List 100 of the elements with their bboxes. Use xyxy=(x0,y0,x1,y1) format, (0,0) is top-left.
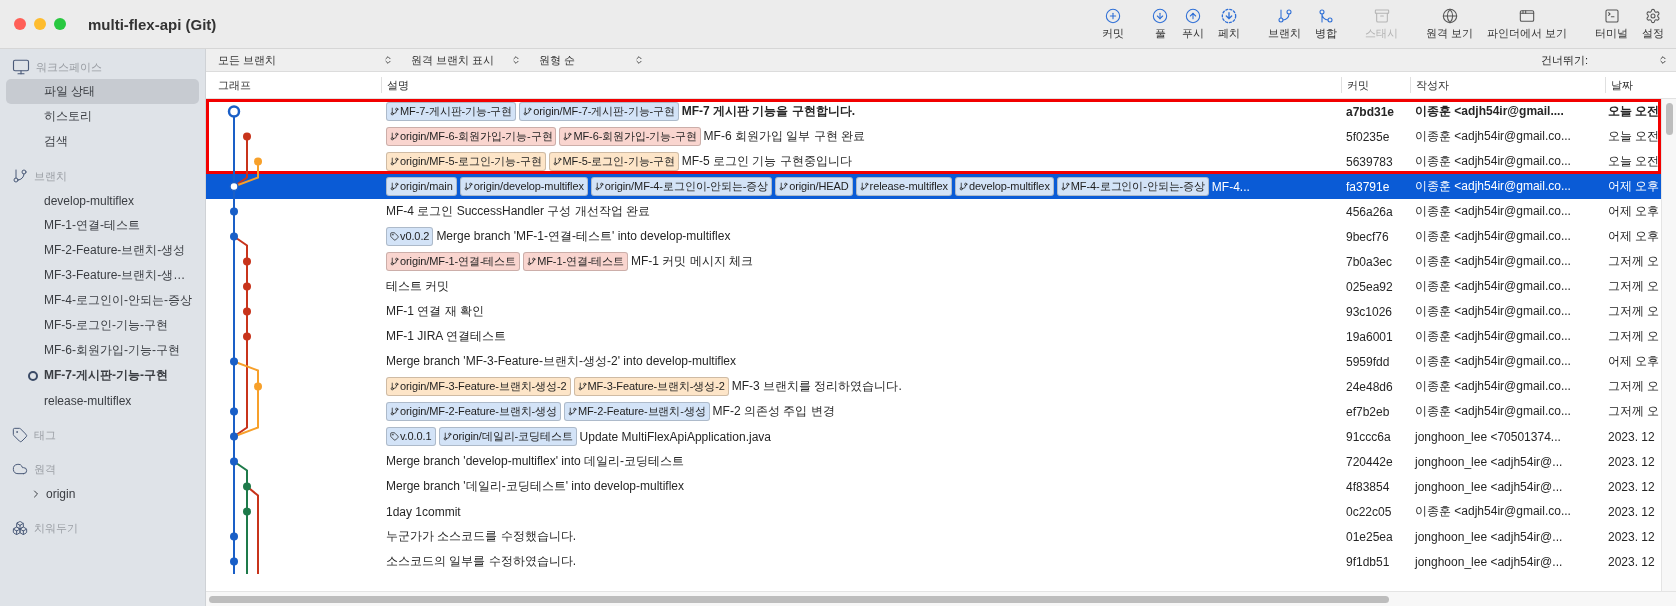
commit-row[interactable]: origin/MF-1-연결-테스트 MF-1-연결-테스트 MF-1 커밋 메시지 체크 7b0a3ec 이종훈 <adjh54ir@gmail.co... 그저께 오 xyxy=(206,249,1661,274)
commit-row[interactable]: Merge branch 'develop-multiflex' into 데일리-코딩테스트 720442e jonghoon_lee <adjh54ir@... 2023. 12 xyxy=(206,449,1661,474)
branch-label: origin/MF-1-연결-테스트 xyxy=(386,252,521,271)
branch-icon xyxy=(12,168,28,184)
commit-dot xyxy=(243,332,251,341)
commit-row[interactable]: origin/MF-6-회원가입-기능-구현 MF-6-회원가입-기능-구현 MF-6 회원가입 일부 구현 완료 5f0235e 이종훈 <adjh54ir@gmail.co... 오늘 오전 xyxy=(206,124,1661,149)
filter-dropdown[interactable]: 원형 순 xyxy=(527,52,650,68)
filter-dropdown[interactable]: 모든 브랜치 xyxy=(206,52,399,68)
scrollbar[interactable] xyxy=(1661,99,1676,591)
sidebar-item[interactable]: 히스토리 xyxy=(6,104,199,129)
branch-item[interactable]: MF-7-게시판-기능-구현 xyxy=(6,363,199,388)
commit-hash: 91ccc6a xyxy=(1345,429,1392,444)
branch-item[interactable]: MF-3-Feature-브랜치-생… xyxy=(6,263,199,288)
commit-row[interactable]: MF-1 연결 재 확인 93c1026 이종훈 <adjh54ir@gmail.co... 그저께 오 xyxy=(206,299,1661,324)
commit-message: MF-6 회원가입 일부 구현 완료 xyxy=(703,128,865,145)
branch-item[interactable]: MF-4-로그인이-안되는-증상 xyxy=(6,288,199,313)
commit-date: 2023. 12 xyxy=(1607,479,1656,494)
toolbar-button[interactable]: 파인더에서 보기 xyxy=(1485,7,1569,41)
merge-icon xyxy=(1318,7,1335,24)
commit-row[interactable]: Merge branch '데일리-코딩테스트' into develop-multiflex 4f83854 jonghoon_lee <adjh54ir@... 2023. 12 xyxy=(206,474,1661,499)
toolbar-button[interactable]: 커밋 xyxy=(1100,7,1127,41)
sidebar-item[interactable]: 파일 상태 xyxy=(6,79,199,104)
commit-date: 2023. 12 xyxy=(1607,429,1656,444)
commit-message: MF-4... xyxy=(1211,179,1250,194)
sidebar-item[interactable]: 검색 xyxy=(6,129,199,154)
toolbar-button[interactable]: 페치 xyxy=(1216,7,1243,41)
commit-dot xyxy=(230,232,238,241)
toolbar-button[interactable]: 병합 xyxy=(1313,7,1340,41)
commit-message: Update MultiFlexApiApplication.java xyxy=(579,429,771,444)
column-header[interactable]: 설명 xyxy=(381,77,1341,93)
commit-author: jonghoon_lee <adjh54ir@... xyxy=(1413,529,1564,544)
commit-date: 어제 오후 xyxy=(1607,178,1661,195)
branch-item[interactable]: MF-5-로그인-기능-구현 xyxy=(6,313,199,338)
commit-row[interactable]: 소스코드의 일부를 수정하였습니다. 9f1db51 jonghoon_lee <adjh54ir@... 2023. 12 xyxy=(206,549,1661,574)
zoom-button[interactable] xyxy=(54,18,66,30)
commit-dot xyxy=(230,357,238,366)
close-button[interactable] xyxy=(14,18,26,30)
toolbar-button[interactable]: 브랜치 xyxy=(1266,7,1304,41)
branch-label: MF-6-회원가입-기능-구현 xyxy=(559,127,701,146)
toolbar-button[interactable]: 풀 xyxy=(1150,7,1171,41)
commit-row[interactable]: Merge branch 'MF-3-Feature-브랜치-생성-2' into develop-multiflex 5959fdd 이종훈 <adjh54ir@gmail.co... 어제 오후 xyxy=(206,349,1661,374)
toolbar-button[interactable]: 터미널 xyxy=(1593,7,1630,41)
tag-label: v0.0.2 xyxy=(386,227,434,246)
commit-row[interactable]: v0.0.2 Merge branch 'MF-1-연결-테스트' into develop-multiflex 9becf76 이종훈 <adjh54ir@gmail.co... 어제 오후 xyxy=(206,224,1661,249)
commit-dot xyxy=(230,207,238,216)
branch-icon xyxy=(390,107,399,116)
branch-label: origin/MF-4-로그인이-안되는-증상 xyxy=(590,177,773,196)
stepper-icon[interactable] xyxy=(1658,55,1668,65)
commit-icon xyxy=(1105,7,1122,24)
commit-row[interactable]: MF-1 JIRA 연결테스트 19a6001 이종훈 <adjh54ir@gmail.co... 그저께 오 xyxy=(206,324,1661,349)
chevron-icon xyxy=(383,55,393,65)
commit-author: 이종훈 <adjh54ir@gmail.co... xyxy=(1414,503,1572,520)
commit-row[interactable]: MF-4 로그인 SuccessHandler 구성 개선작업 완료 456a26a 이종훈 <adjh54ir@gmail.co... 어제 오후 xyxy=(206,199,1661,224)
toolbar-button[interactable]: 원격 보기 xyxy=(1424,7,1476,41)
toolbar-button[interactable]: 푸시 xyxy=(1180,7,1207,41)
minimize-button[interactable] xyxy=(34,18,46,30)
toolbar-button[interactable]: 설정 xyxy=(1640,7,1666,41)
commit-date: 2023. 12 xyxy=(1607,504,1656,519)
commit-hash: 025ea92 xyxy=(1345,279,1394,294)
column-header[interactable]: 그래프 xyxy=(206,77,381,93)
branch-icon xyxy=(390,132,399,141)
filter-dropdown[interactable]: 원격 브랜치 표시 xyxy=(399,52,527,68)
commit-row[interactable]: MF-7-게시판-기능-구현 origin/MF-7-게시판-기능-구현 MF-7 게시판 기능을 구현합니다. a7bd31e 이종훈 <adjh54ir@gmail.... 오늘 오전 xyxy=(206,99,1661,124)
branch-item[interactable]: MF-1-연결-테스트 xyxy=(6,213,199,238)
commit-row[interactable]: origin/MF-3-Feature-브랜치-생성-2 MF-3-Feature-브랜치-생성-2 MF-3 브랜치를 정리하였습니다. 24e48d6 이종훈 <adjh54ir@gmail.co... 그저께 오 xyxy=(206,374,1661,399)
commit-date: 2023. 12 xyxy=(1607,454,1656,469)
commit-date: 그저께 오 xyxy=(1607,403,1661,420)
branch-label: MF-4-로그인이-안되는-증상 xyxy=(1056,177,1209,196)
column-header[interactable]: 날짜 xyxy=(1605,77,1663,93)
remote-item[interactable]: origin xyxy=(6,481,199,506)
commit-date: 2023. 12 xyxy=(1607,529,1656,544)
fetch-icon[interactable] xyxy=(1221,7,1238,24)
scrollbar-thumb[interactable] xyxy=(209,595,1389,603)
branch-item[interactable]: MF-2-Feature-브랜치-생성 xyxy=(6,238,199,263)
commit-row[interactable]: 테스트 커밋 025ea92 이종훈 <adjh54ir@gmail.co... 그저께 오 xyxy=(206,274,1661,299)
commit-author: jonghoon_lee <adjh54ir@... xyxy=(1413,479,1564,494)
commit-message: 1day 1commit xyxy=(386,504,461,519)
commit-row[interactable]: origin/main origin/develop-multiflex origin/MF-4-로그인이-안되는-증상 origin/HEAD release-multiflex develop-multiflex MF-4-로그인이-안되는-증상 MF-4... fa3791e 이종훈 <adjh54ir@gmail.co... 어제 오후 xyxy=(206,174,1661,199)
scrollbar-thumb[interactable] xyxy=(1665,103,1673,135)
commit-hash: 5959fdd xyxy=(1345,354,1391,369)
commit-row[interactable]: origin/MF-5-로그인-기능-구현 MF-5-로그인-기능-구현 MF-5 로그인 기능 구현중입니다 5639783 이종훈 <adjh54ir@gmail.co... 오늘 오전 xyxy=(206,149,1661,174)
commit-row[interactable]: 1day 1commit 0c22c05 이종훈 <adjh54ir@gmail.co... 2023. 12 xyxy=(206,499,1661,524)
commit-author: 이종훈 <adjh54ir@gmail.co... xyxy=(1414,403,1572,420)
commit-row[interactable]: 누군가가 소스코드를 수정했습니다. 01e25ea jonghoon_lee <adjh54ir@... 2023. 12 xyxy=(206,524,1661,549)
commit-date: 그저께 오 xyxy=(1607,278,1661,295)
commit-date: 어제 오후 xyxy=(1607,203,1661,220)
commit-message: MF-1 커밋 메시지 체크 xyxy=(631,253,754,270)
branch-item[interactable]: MF-6-회원가입-기능-구현 xyxy=(6,338,199,363)
column-header[interactable]: 작성자 xyxy=(1410,77,1605,93)
terminal-icon xyxy=(1603,7,1620,24)
column-header[interactable]: 커밋 xyxy=(1341,77,1410,93)
commit-date: 어제 오후 xyxy=(1607,228,1661,245)
commit-row[interactable]: v.0.0.1 origin/데일리-코딩테스트 Update MultiFlexApiApplication.java 91ccc6a jonghoon_lee <70501374... 2023. 12 xyxy=(206,424,1661,449)
commit-hash: 01e25ea xyxy=(1345,529,1394,544)
commit-message: Merge branch 'develop-multiflex' into 데일리-코딩테스트 xyxy=(386,453,684,470)
commit-hash: ef7b2eb xyxy=(1345,404,1391,419)
branch-item[interactable]: release-multiflex xyxy=(6,388,199,413)
commit-row[interactable]: origin/MF-2-Feature-브랜치-생성 MF-2-Feature-브랜치-생성 MF-2 의존성 주입 변경 ef7b2eb 이종훈 <adjh54ir@gmail.co... 그저께 오 xyxy=(206,399,1661,424)
scrollbar[interactable] xyxy=(206,591,1676,606)
branch-item[interactable]: develop-multiflex xyxy=(6,188,199,213)
